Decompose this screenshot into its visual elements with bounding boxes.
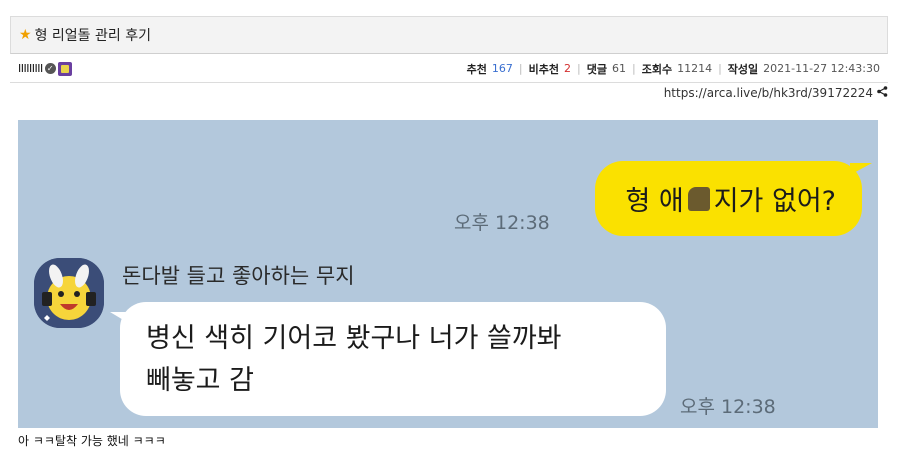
muzi-character-icon xyxy=(34,258,104,328)
divider: | xyxy=(518,62,523,75)
divider: | xyxy=(718,62,722,75)
comments-count: 61 xyxy=(611,62,626,75)
share-icon-svg xyxy=(877,86,888,97)
comments-label: 댓글 xyxy=(586,62,607,76)
unrecommend-label: 비추천 xyxy=(528,62,560,76)
their-message-line1: 병신 색히 기어코 봤구나 너가 쓸까봐 xyxy=(146,323,562,354)
my-message-part2: 지가 없어? xyxy=(713,186,836,217)
post-stats: 추천 167 | 비추천 2 | 댓글 61 | 조회수 11214 | 작성일… xyxy=(467,61,880,77)
author-name[interactable]: IIIIIIIII xyxy=(18,62,43,75)
post-title-bar: ★ 형 리얼돌 관리 후기 xyxy=(10,16,888,54)
recommend-label: 추천 xyxy=(466,62,487,76)
post-title: 형 리얼돌 관리 후기 xyxy=(34,28,151,44)
post-meta-bar: IIIIIIIII ✓ 추천 167 | 비추천 2 | 댓글 61 | 조회수… xyxy=(10,55,888,83)
unrecommend-count: 2 xyxy=(564,62,572,75)
author-info[interactable]: IIIIIIIII ✓ xyxy=(18,61,72,76)
post-caption: 아 ㅋㅋ탈착 가능 했네 ㅋㅋㅋ xyxy=(18,434,166,448)
share-icon[interactable] xyxy=(877,86,888,100)
date-label: 작성일 xyxy=(727,62,759,76)
my-message-bubble: 형 애 지가 없어? xyxy=(595,161,872,236)
views-label: 조회수 xyxy=(641,62,673,76)
their-message-line2: 빼놓고 감 xyxy=(146,365,254,396)
sender-avatar xyxy=(34,258,104,328)
views-count: 11214 xyxy=(677,62,713,75)
sender-name: 돈다발 들고 좋아하는 무지 xyxy=(122,264,355,288)
verified-icon: ✓ xyxy=(44,63,56,74)
my-message-part1: 형 애 xyxy=(625,186,684,217)
post-url-row: https://arca.live/b/hk3rd/39172224 xyxy=(664,86,888,100)
chat-screenshot: 형 애 지가 없어? 오후 12:38 돈다발 들고 좋아하는 무지 병신 색히… xyxy=(18,120,878,428)
censor-mark xyxy=(687,186,710,211)
their-message-time: 오후 12:38 xyxy=(680,396,776,418)
their-message-bubble: 병신 색히 기어코 봤구나 너가 쓸까봐 빼놓고 감 xyxy=(110,302,666,416)
user-badge-icon xyxy=(57,61,72,76)
post-date: 2021-11-27 12:43:30 xyxy=(763,62,880,75)
divider: | xyxy=(631,62,636,75)
star-icon: ★ xyxy=(19,27,32,43)
divider: | xyxy=(577,62,581,75)
recommend-count: 167 xyxy=(491,62,513,75)
my-message-time: 오후 12:38 xyxy=(454,212,550,234)
post-url-link[interactable]: https://arca.live/b/hk3rd/39172224 xyxy=(664,86,873,100)
